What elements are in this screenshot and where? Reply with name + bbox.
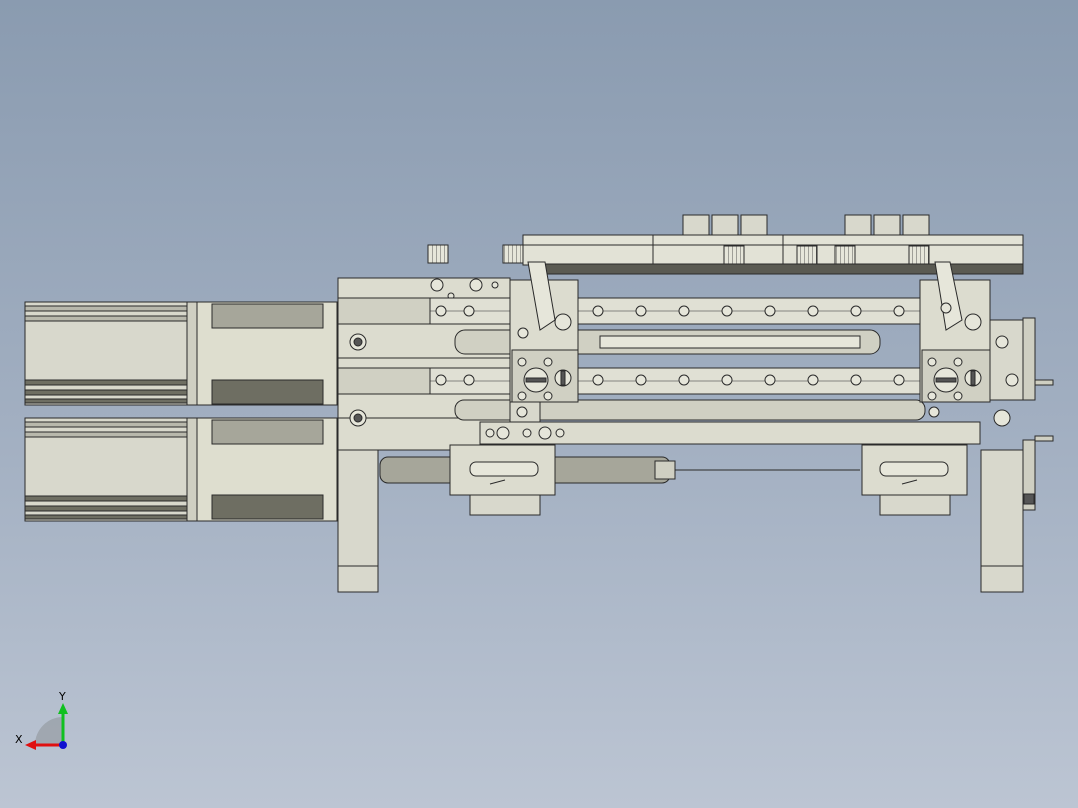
gripper-right — [919, 261, 1054, 427]
y-axis-label: Y — [58, 690, 66, 703]
motor-upper — [24, 301, 338, 406]
cad-viewport[interactable]: Y X — [0, 0, 1078, 808]
lower-rail — [429, 367, 921, 395]
upper-carriage — [427, 214, 1024, 275]
leg-left — [337, 449, 379, 593]
leg-right — [980, 435, 1054, 593]
z-axis-dot — [59, 741, 67, 749]
gripper-left — [509, 261, 579, 423]
x-axis-arrowhead — [25, 740, 36, 750]
x-axis-label: X — [15, 733, 23, 746]
coordinate-triad: Y X — [15, 690, 68, 750]
lower-slide-right — [861, 444, 968, 516]
motor-lower — [24, 417, 338, 522]
triad-plane — [35, 717, 63, 745]
upper-rail — [429, 297, 921, 325]
bottom-bar — [479, 421, 981, 445]
assembly-drawing — [24, 214, 1054, 593]
y-axis-arrowhead — [58, 703, 68, 714]
lower-slide-left — [449, 444, 556, 516]
